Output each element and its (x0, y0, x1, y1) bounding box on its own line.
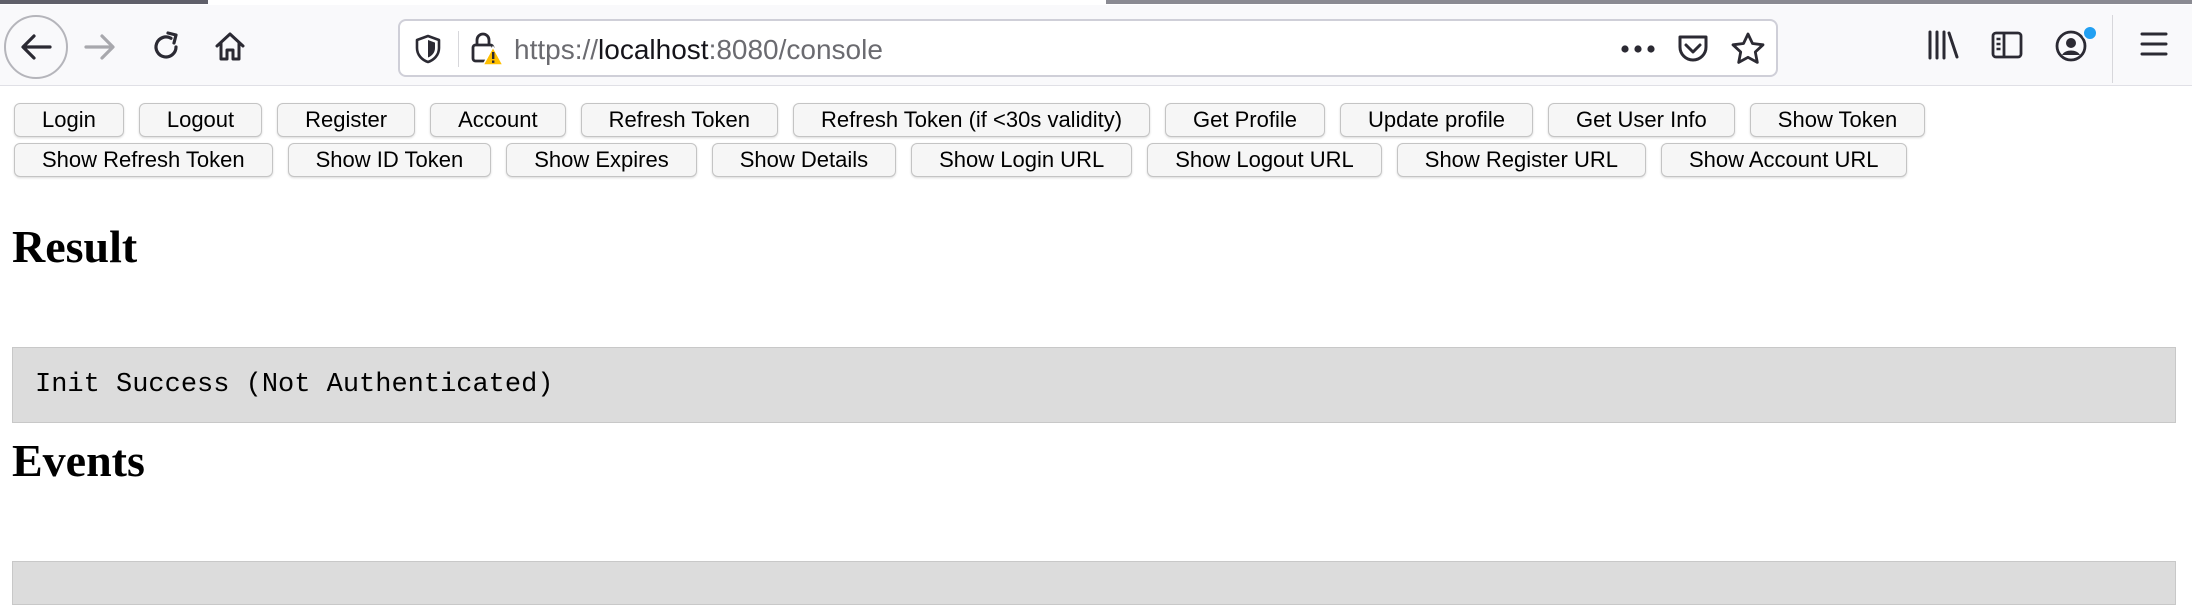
url-text: https://localhost:8080/console (514, 34, 883, 66)
show-login-url-button[interactable]: Show Login URL (911, 143, 1133, 177)
show-logout-url-button[interactable]: Show Logout URL (1147, 143, 1382, 177)
back-arrow-icon (21, 34, 52, 60)
action-button-row-2: Show Refresh Token Show ID Token Show Ex… (14, 143, 1907, 177)
result-heading: Result (12, 221, 138, 272)
toolbar-separator (2112, 15, 2113, 83)
url-bar[interactable]: https://localhost:8080/console (398, 19, 1778, 77)
result-output: Init Success (Not Authenticated) (12, 347, 2176, 423)
reload-icon (154, 31, 178, 59)
account-button[interactable]: Account (430, 103, 566, 137)
library-icon[interactable] (1926, 29, 1960, 61)
star-icon[interactable] (1730, 31, 1766, 65)
forward-arrow-icon (84, 34, 115, 60)
show-details-button[interactable]: Show Details (711, 143, 897, 177)
shield-icon[interactable] (414, 33, 442, 65)
page-content: Login Logout Register Account Refresh To… (0, 86, 2192, 605)
url-host: localhost (598, 34, 709, 65)
refresh-token-button[interactable]: Refresh Token (580, 103, 779, 137)
tab-indicator (1106, 0, 2192, 4)
show-id-token-button[interactable]: Show ID Token (287, 143, 492, 177)
lock-warning-icon[interactable] (470, 31, 504, 67)
events-output (12, 561, 2176, 605)
sidebar-icon[interactable] (1990, 29, 2024, 61)
notification-badge (2082, 25, 2098, 41)
show-token-button[interactable]: Show Token (1749, 103, 1926, 137)
get-user-info-button[interactable]: Get User Info (1547, 103, 1735, 137)
pocket-icon[interactable] (1676, 33, 1710, 65)
forward-button[interactable] (68, 15, 132, 79)
show-register-url-button[interactable]: Show Register URL (1396, 143, 1646, 177)
url-path: :8080/console (708, 34, 883, 65)
reload-button[interactable] (134, 15, 198, 79)
back-button[interactable] (4, 15, 68, 79)
more-icon[interactable] (1620, 43, 1656, 55)
show-expires-button[interactable]: Show Expires (506, 143, 697, 177)
home-button[interactable] (198, 15, 262, 79)
update-profile-button[interactable]: Update profile (1339, 103, 1533, 137)
register-button[interactable]: Register (277, 103, 416, 137)
login-button[interactable]: Login (14, 103, 124, 137)
tab-indicator (0, 0, 208, 4)
browser-toolbar: https://localhost:8080/console (0, 5, 2192, 85)
hamburger-menu-icon[interactable] (2138, 29, 2170, 59)
logout-button[interactable]: Logout (138, 103, 263, 137)
action-button-row-1: Login Logout Register Account Refresh To… (14, 103, 1926, 137)
home-icon (215, 32, 245, 61)
show-account-url-button[interactable]: Show Account URL (1660, 143, 1907, 177)
get-profile-button[interactable]: Get Profile (1165, 103, 1325, 137)
show-refresh-token-button[interactable]: Show Refresh Token (14, 143, 273, 177)
url-divider (458, 31, 459, 67)
refresh-token-if-expiring-button[interactable]: Refresh Token (if <30s validity) (793, 103, 1151, 137)
events-heading: Events (12, 435, 145, 486)
url-scheme: https:// (514, 34, 599, 65)
